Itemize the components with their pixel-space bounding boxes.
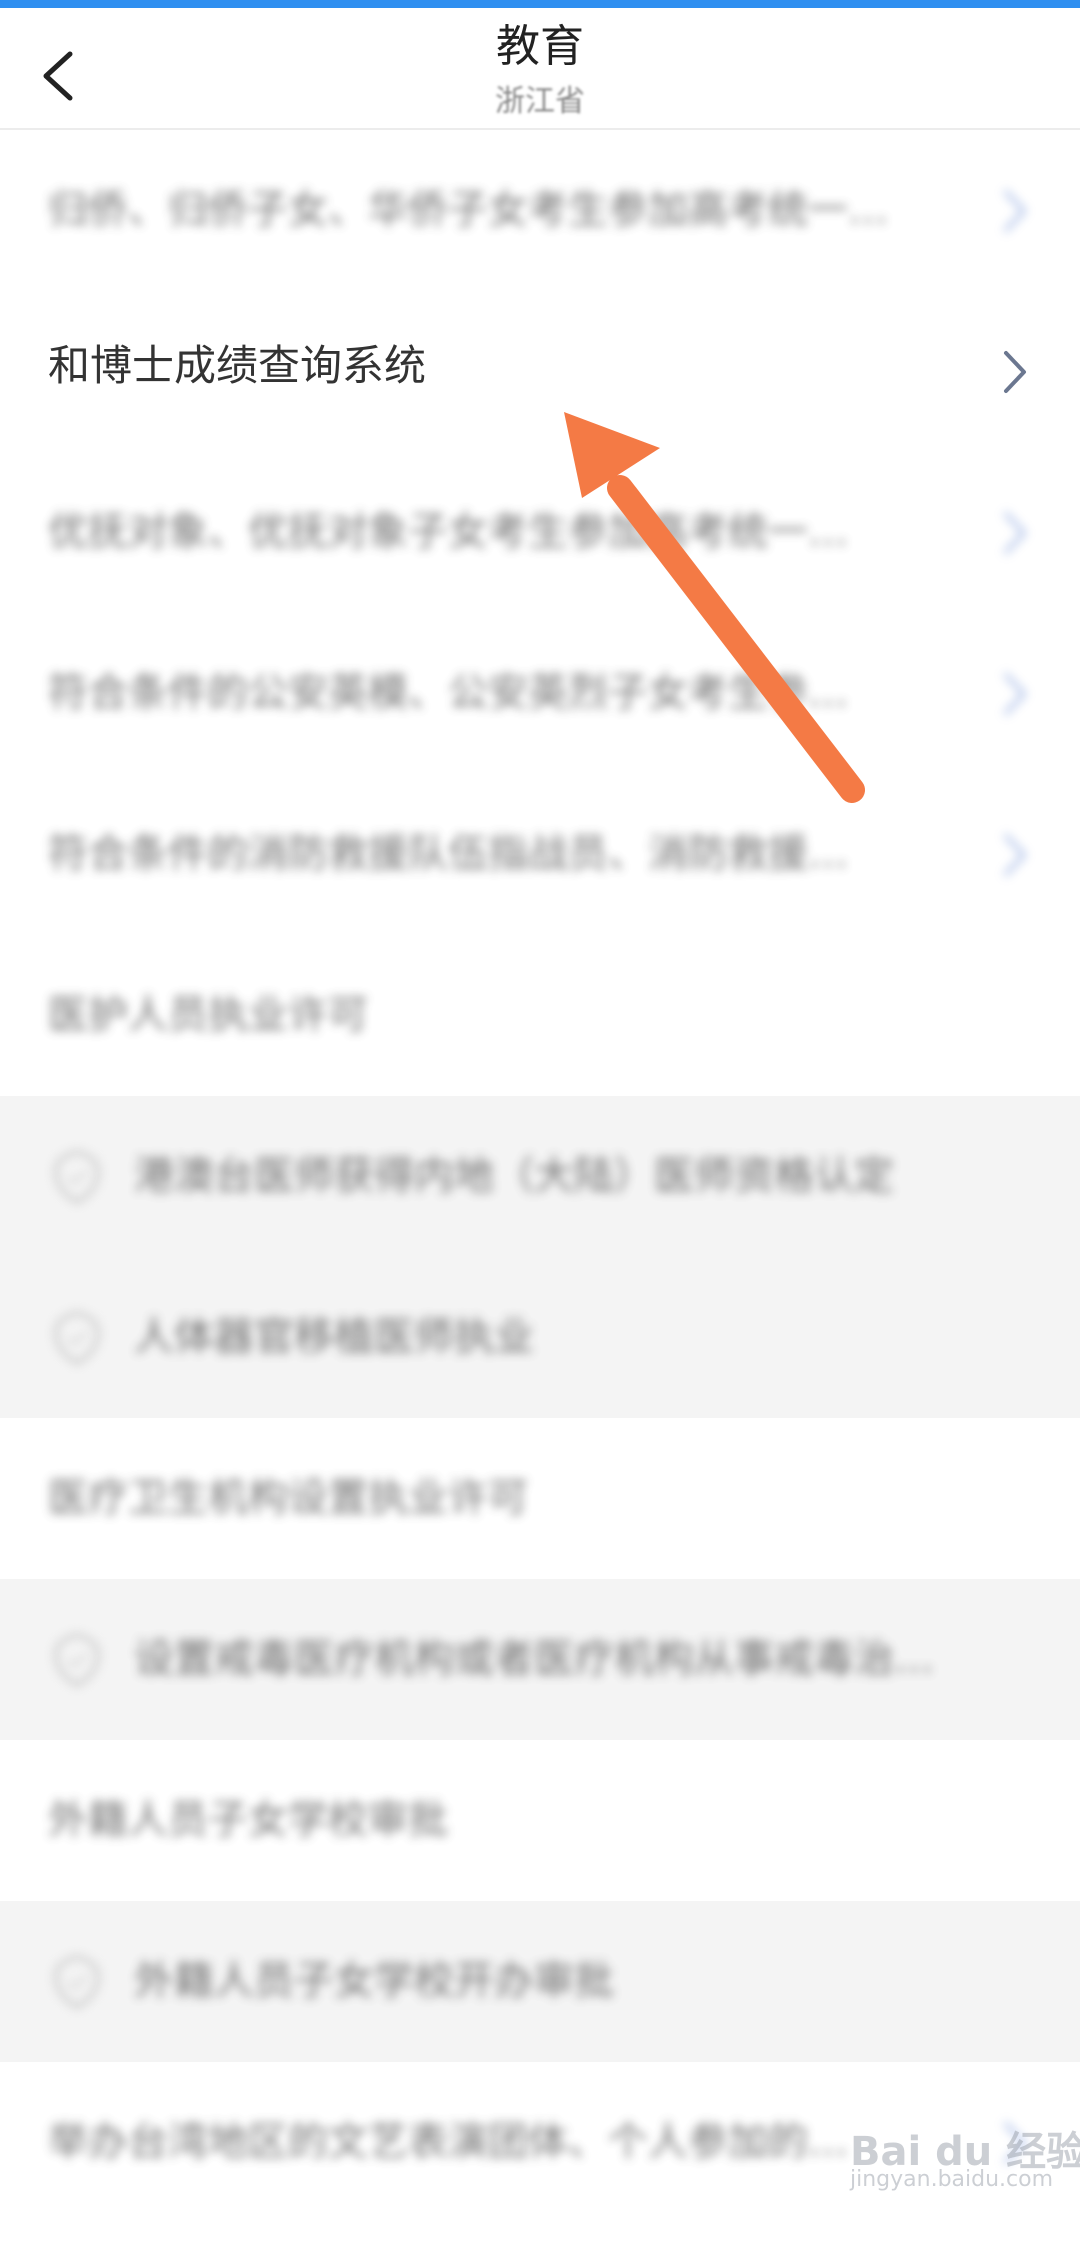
list-item[interactable]: 外籍人员子女学校审批 (0, 1740, 1080, 1901)
list-item-label: 港澳台医师获得内地（大陆）医师资格认定 (134, 1153, 894, 1199)
leaf-shield-icon (53, 1149, 101, 1205)
list-item[interactable]: 优抚对象、优抚对象子女考生参加高考统一… (0, 452, 1080, 613)
list-item-label: 医疗卫生机构设置执业许可 (48, 1475, 528, 1521)
list-item-label: 外籍人员子女学校审批 (48, 1797, 448, 1843)
page-title: 教育 (496, 21, 584, 72)
list-item-label: 外籍人员子女学校开办审批 (134, 1958, 614, 2004)
list-item-label: 符合条件的消防救援队伍指战员、消防救援… (48, 831, 848, 877)
list-item[interactable]: 符合条件的消防救援队伍指战员、消防救援… (0, 774, 1080, 935)
page-subtitle: 浙江省 (495, 84, 585, 119)
list-sub-item[interactable]: 人体器官移植医师执业 (0, 1257, 1080, 1418)
chevron-right-icon (1004, 190, 1026, 232)
chevron-right-icon (1004, 834, 1026, 876)
list-item[interactable]: 归侨、归侨子女、华侨子女考生参加高考统一… (0, 130, 1080, 291)
list-item-label: 举办台湾地区的文艺表演团体、个人参加的… (48, 2119, 848, 2165)
list-sub-item[interactable]: 外籍人员子女学校开办审批 (0, 1901, 1080, 2062)
service-list: 归侨、归侨子女、华侨子女考生参加高考统一… 和博士成绩查询系统优抚对象、优抚对象子… (0, 130, 1080, 2223)
list-item-label: 和博士成绩查询系统 (48, 341, 427, 390)
list-sub-item[interactable]: 港澳台医师获得内地（大陆）医师资格认定 (0, 1096, 1080, 1257)
list-item-label: 优抚对象、优抚对象子女考生参加高考统一… (48, 509, 848, 555)
chevron-right-icon (1004, 673, 1026, 715)
list-item[interactable]: 医疗卫生机构设置执业许可 (0, 1418, 1080, 1579)
chevron-right-icon (1004, 512, 1026, 554)
watermark-url: jingyan.baidu.com (850, 2167, 1054, 2192)
leaf-shield-icon (53, 1954, 101, 2010)
list-sub-item[interactable]: 设置戒毒医疗机构或者医疗机构从事戒毒治… (0, 1579, 1080, 1740)
top-accent-bar (0, 0, 1080, 8)
list-item-label: 人体器官移植医师执业 (134, 1314, 534, 1360)
list-item[interactable]: 符合条件的公安英模、公安英烈子女考生参… (0, 613, 1080, 774)
leaf-shield-icon (53, 1632, 101, 1688)
list-item-label: 归侨、归侨子女、华侨子女考生参加高考统一… (48, 187, 888, 233)
list-item-label: 医护人员执业许可 (48, 992, 368, 1038)
list-item-label: 设置戒毒医疗机构或者医疗机构从事戒毒治… (134, 1636, 934, 1682)
nav-header: 教育 浙江省 (0, 8, 1080, 130)
list-item[interactable]: 医护人员执业许可 (0, 935, 1080, 1096)
watermark-logo: Bai du 经验 jingyan.baidu.com (850, 2119, 1080, 2199)
list-item-label: 符合条件的公安英模、公安英烈子女考生参… (48, 670, 848, 716)
list-item[interactable]: 和博士成绩查询系统 (0, 291, 1080, 452)
app-screen: 教育 浙江省 归侨、归侨子女、华侨子女考生参加高考统一… 和博士成绩查询系统优抚对… (0, 0, 1080, 2249)
leaf-shield-icon (53, 1310, 101, 1366)
chevron-right-icon (1004, 351, 1026, 393)
